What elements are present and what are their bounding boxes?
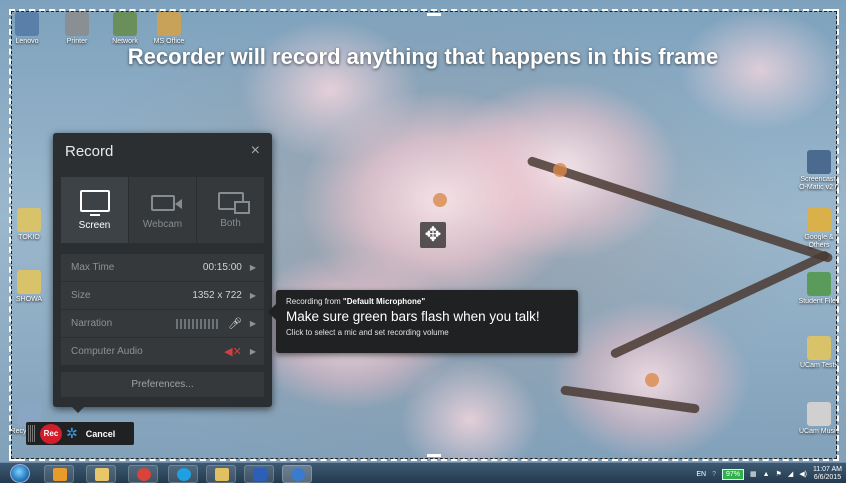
setting-label: Size [71,290,91,301]
record-control-bar: Rec ✲ Cancel [26,422,134,445]
setting-value-group: 🎤︎ ▶ [175,317,256,330]
setting-value-group: 1352 x 722 ▶ [192,290,256,301]
tooltip-source: Recording from "Default Microphone" [286,297,568,306]
tooltip-headline: Make sure green bars flash when you talk… [286,309,540,324]
battery-indicator[interactable]: 97% [721,468,744,480]
screencast-icon [291,468,305,481]
taskbar-app-folder[interactable] [206,465,236,483]
screen-and-webcam-icon [217,191,250,214]
microphone-icon: 🎤︎ [227,318,242,330]
record-settings: Max Time 00:15:00 ▶ Size 1352 x 722 ▶ Na… [61,254,264,366]
narration-tooltip: Recording from "Default Microphone" Make… [268,290,578,353]
cancel-button[interactable]: Cancel [86,429,116,439]
taskbar-app-skype[interactable] [168,465,198,483]
system-tray: EN ? 97% ▦ ▲ ⚑ ◢ ◀) 11:07 AM 6/6/2015 [696,465,842,483]
network-icon[interactable]: ▦ [750,470,757,478]
move-icon[interactable]: ✥ [420,222,446,248]
volume-icon[interactable]: ◀) [799,470,807,478]
taskbar: EN ? 97% ▦ ▲ ⚑ ◢ ◀) 11:07 AM 6/6/2015 [0,462,846,483]
mode-screen-button[interactable]: Screen [61,177,129,243]
clock[interactable]: 11:07 AM 6/6/2015 [813,466,842,482]
frame-resize-corner-bottom-left[interactable] [9,451,19,461]
preferences-button[interactable]: Preferences... [61,372,264,397]
clock-time: 11:07 AM [812,466,842,473]
media-player-icon [53,468,67,481]
webcam-icon [150,194,182,211]
frame-message: Recorder will record anything that happe… [127,44,719,69]
tooltip-hint: Click to select a mic and set recording … [286,328,449,337]
mode-both-button[interactable]: Both [197,177,264,243]
size-setting[interactable]: Size 1352 x 722 ▶ [61,282,264,309]
skype-icon [177,468,191,481]
frame-resize-corner-top-right[interactable] [829,9,839,19]
chevron-right-icon: ▶ [249,263,256,272]
mode-label: Screen [78,219,111,231]
start-button[interactable] [10,464,30,483]
record-panel: Record × Screen Webcam Both Max Time 00:… [53,133,272,407]
setting-value-group: 00:15:00 ▶ [203,262,256,273]
tooltip-device-name: "Default Microphone" [342,297,426,306]
chevron-right-icon: ▶ [249,319,256,328]
computer-audio-setting[interactable]: Computer Audio ◀✕ ▶ [61,338,264,365]
taskbar-app-screencast[interactable] [282,465,312,483]
show-hidden-icons-icon[interactable]: ▲ [763,471,770,478]
setting-label: Max Time [71,262,115,273]
record-mode-selector: Screen Webcam Both [61,177,264,243]
mode-label: Both [220,217,241,229]
frame-resize-handle-top[interactable] [427,13,441,16]
panel-pointer [70,405,86,413]
file-explorer-icon [95,468,109,481]
taskbar-app-media-player[interactable] [44,465,74,483]
rec-button[interactable]: Rec [40,423,62,444]
max-time-value: 00:15:00 [202,262,242,273]
chevron-right-icon: ▶ [249,291,256,300]
gear-icon[interactable]: ✲ [66,425,78,442]
chevron-right-icon: ▶ [249,347,256,356]
flag-icon[interactable]: ⚑ [776,470,782,478]
frame-resize-handle-bottom[interactable] [427,454,441,457]
mode-label: Webcam [142,218,183,230]
size-value: 1352 x 722 [192,290,242,301]
chrome-icon [137,468,151,481]
tooltip-source-prefix: Recording from [286,297,343,306]
signal-icon[interactable]: ◢ [788,470,793,478]
max-time-setting[interactable]: Max Time 00:15:00 ▶ [61,254,264,281]
speaker-muted-icon: ◀✕ [224,346,242,358]
drag-handle[interactable] [28,425,36,442]
language-indicator[interactable]: EN [696,471,706,478]
narration-setting[interactable]: Narration 🎤︎ ▶ [61,310,264,337]
setting-label: Computer Audio [71,346,143,357]
taskbar-app-file-explorer[interactable] [86,465,116,483]
clock-date: 6/6/2015 [813,474,842,481]
taskbar-app-chrome[interactable] [128,465,158,483]
record-panel-header: Record × [53,133,272,169]
setting-value-group: ◀✕ ▶ [224,345,256,358]
mode-webcam-button[interactable]: Webcam [129,177,197,243]
close-icon[interactable]: × [251,142,260,160]
setting-label: Narration [71,318,113,329]
record-panel-title: Record [65,142,114,160]
taskbar-app-word[interactable] [244,465,274,483]
mic-level-meter [175,318,220,329]
monitor-icon [79,189,110,216]
word-icon [253,468,267,481]
help-icon[interactable]: ? [712,471,716,478]
folder-icon [215,468,229,481]
